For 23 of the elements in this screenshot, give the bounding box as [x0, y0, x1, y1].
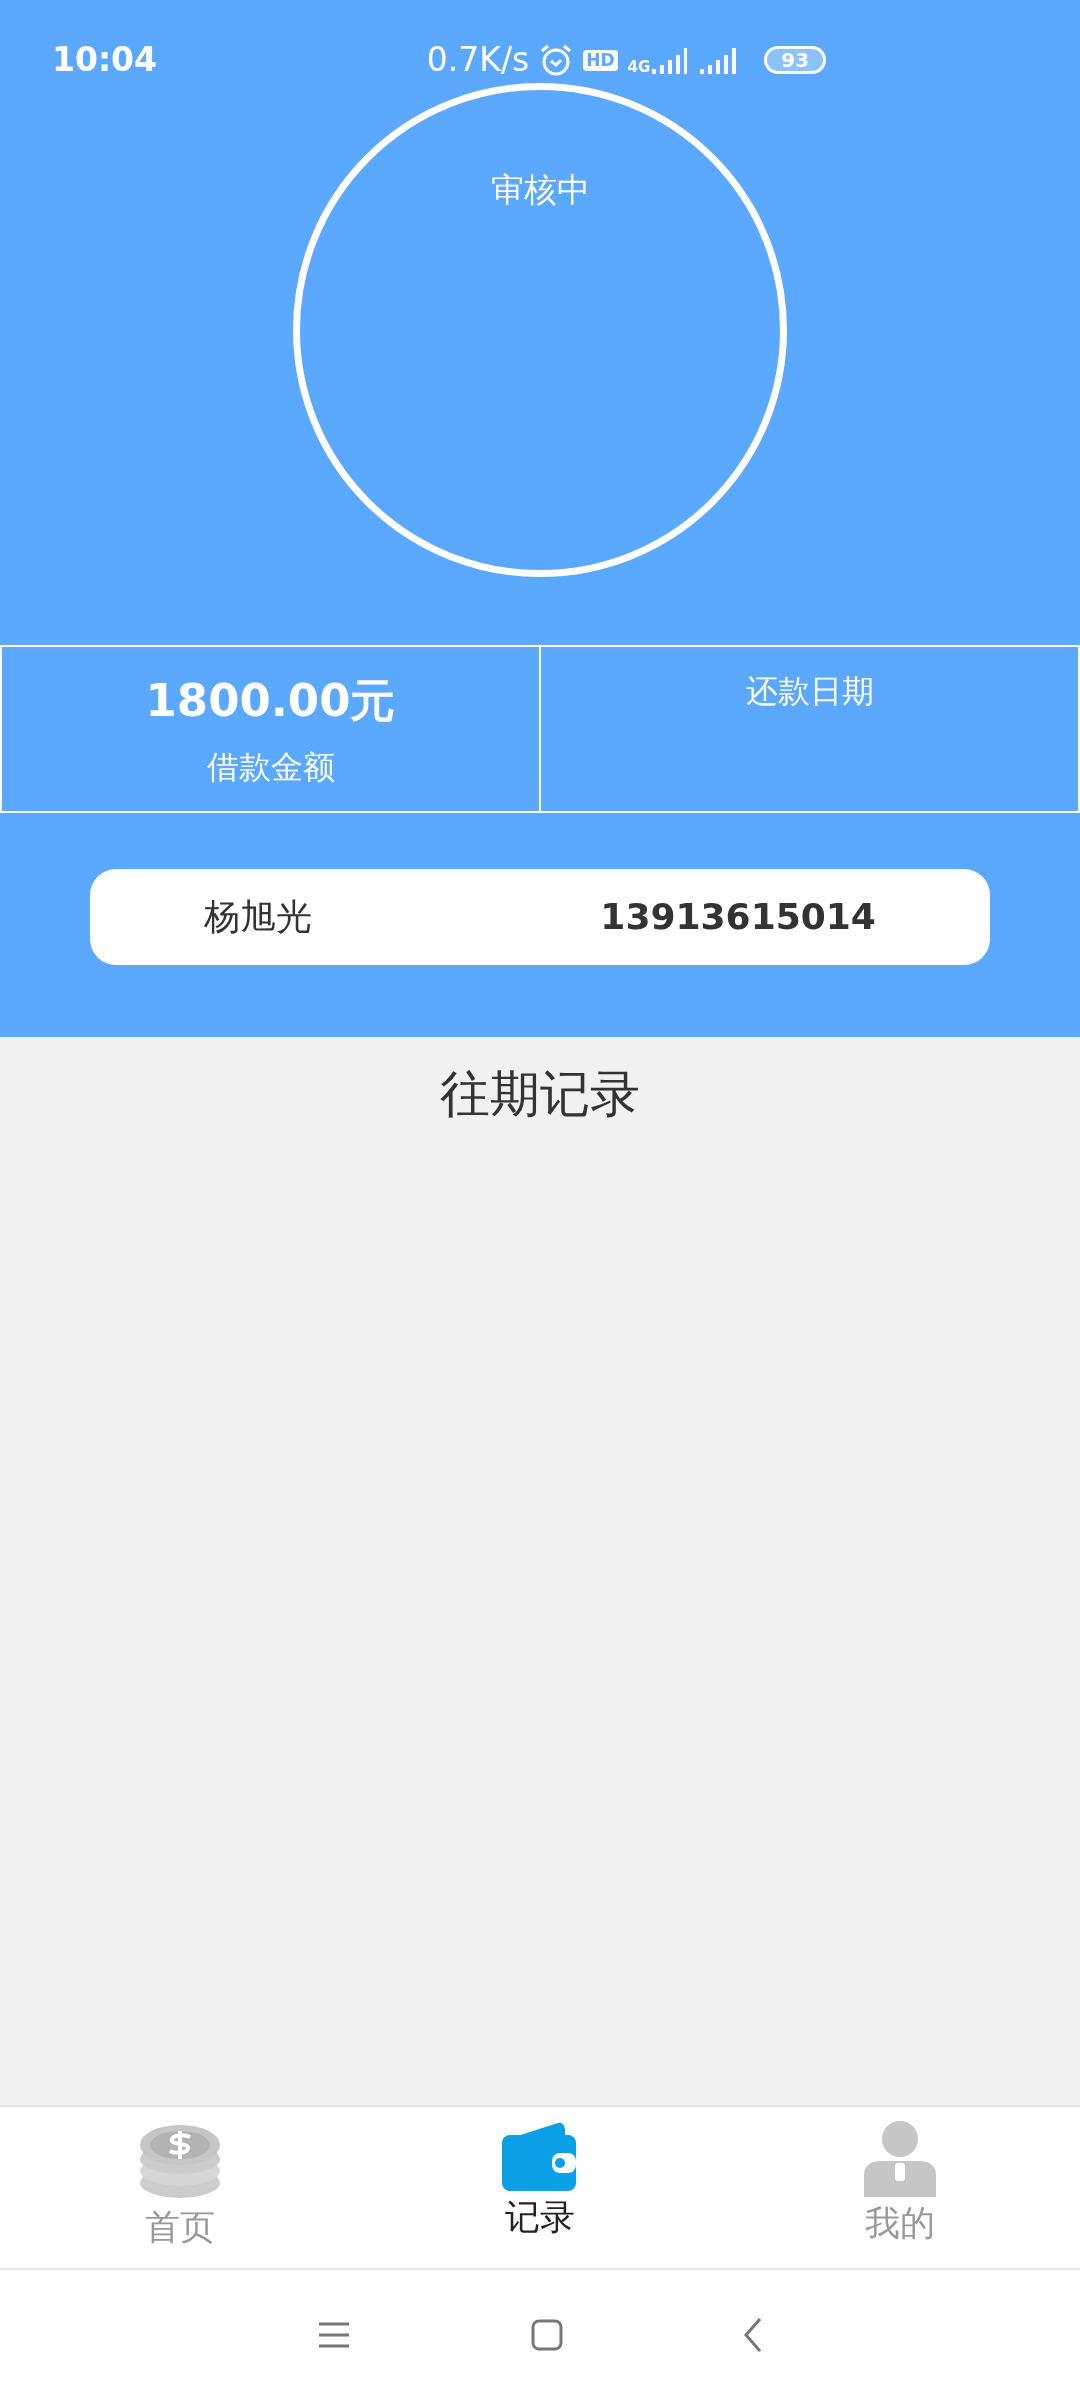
tab-item[interactable]: 记录 [360, 2107, 720, 2268]
phone-number: 13913615014 [599, 895, 877, 939]
user-name: 杨旭光 [203, 895, 314, 939]
section-title: 往期记录 [439, 1064, 641, 1125]
menu-icon[interactable] [317, 2321, 351, 2349]
signal-icon [650, 45, 689, 75]
amount-value: 1800.00元 [144, 673, 397, 729]
stat-label: 还款日期 [744, 671, 875, 712]
status-label: 审核中 [489, 169, 591, 211]
network-type: 4G [627, 60, 651, 75]
wallet-icon [502, 2121, 578, 2191]
person-icon [864, 2121, 936, 2197]
tab-item[interactable]: 首页 [0, 2107, 360, 2268]
hd-indicator: HD [583, 49, 618, 71]
signal-icon [698, 45, 739, 75]
tab-item[interactable]: 我的 [720, 2107, 1080, 2268]
clock-time: 10:04 [52, 39, 158, 82]
back-icon[interactable] [743, 2317, 763, 2353]
alarm-icon [539, 43, 574, 77]
network-speed: 0.7K/s [426, 39, 530, 82]
battery-indicator: 93 [764, 46, 827, 74]
home-icon[interactable] [531, 2319, 563, 2351]
stat-label: 借款金额 [205, 746, 336, 788]
